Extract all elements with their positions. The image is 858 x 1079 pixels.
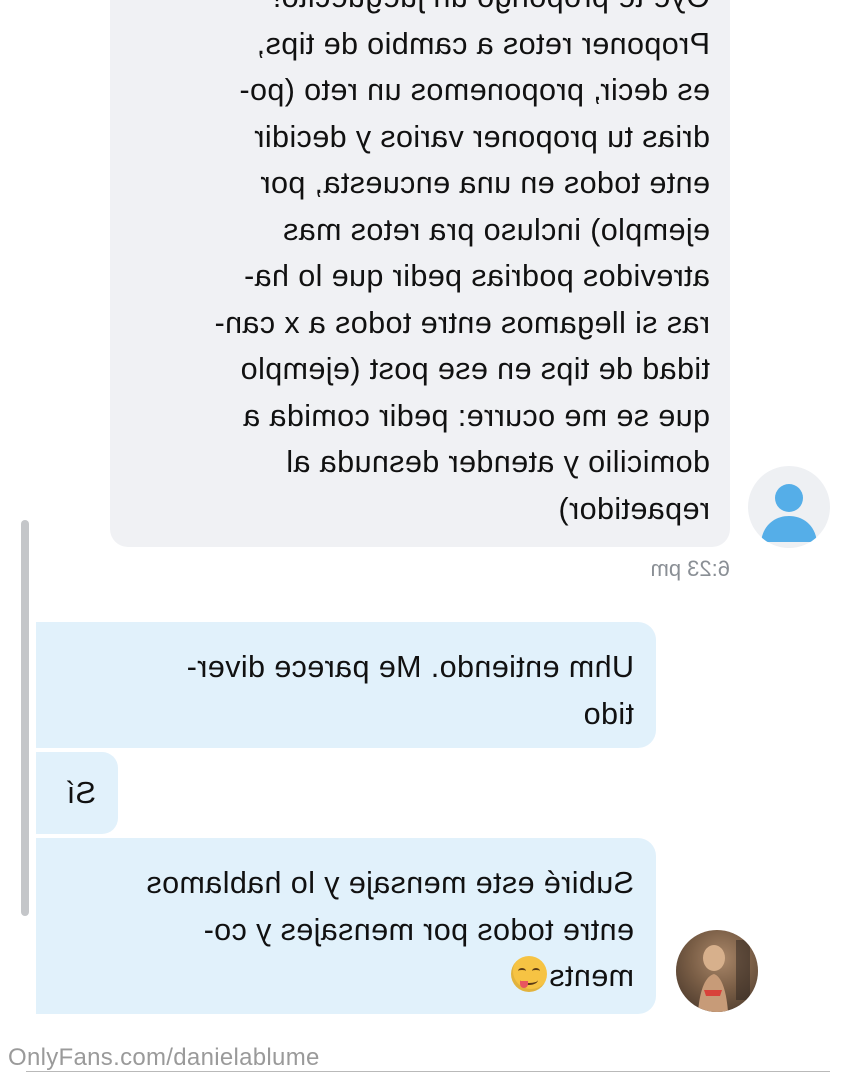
message-line: ente todos en una encuesta, por bbox=[260, 166, 710, 200]
user-icon bbox=[761, 484, 817, 542]
outgoing-message-bubble[interactable]: Sí bbox=[36, 752, 118, 834]
divider bbox=[26, 1071, 830, 1072]
message-line: es decir, proponemos un reto (po- bbox=[239, 73, 710, 107]
message-line: entre todos por mensajes y co- bbox=[203, 912, 634, 947]
message-line: Sí bbox=[66, 776, 96, 810]
chat-view-mirrored: Oye te propongo un jueguecito! Proponer … bbox=[0, 0, 858, 1079]
incoming-message-bubble[interactable]: Oye te propongo un jueguecito! Proponer … bbox=[110, 0, 730, 547]
user-avatar[interactable] bbox=[748, 466, 830, 548]
message-timestamp: 6:23 pm bbox=[650, 556, 731, 581]
message-line: ejemplo) incluso pra retos mas bbox=[282, 212, 710, 247]
message-line: Subiré este mensaje y lo hablamos bbox=[146, 866, 634, 900]
message-line: ments bbox=[36, 953, 634, 1000]
outgoing-message-bubble[interactable]: Subiré este mensaje y lo hablamos entre … bbox=[36, 838, 656, 1014]
message-line: drias tu proponer varios y decidir bbox=[253, 119, 710, 154]
message-line: que se me ocurre: pedir comida a bbox=[242, 398, 710, 433]
message-line: repaetidor) bbox=[558, 491, 710, 526]
message-line: tido bbox=[583, 696, 634, 731]
face-savoring-food-emoji bbox=[510, 956, 547, 992]
message-line: atrevidos podrias pedir que lo ha- bbox=[243, 259, 710, 293]
scrollbar[interactable] bbox=[21, 520, 29, 916]
message-line: domicilio y atender desnuda al bbox=[285, 445, 710, 479]
outgoing-message-bubble[interactable]: Uhm entiendo. Me parece diver- tido bbox=[36, 622, 656, 748]
profile-photo-icon bbox=[676, 930, 758, 1012]
delivery-status bbox=[156, 1018, 182, 1028]
message-line: tidad de tips en ese post (ejemplo bbox=[240, 352, 710, 386]
creator-avatar[interactable] bbox=[676, 930, 758, 1012]
watermark-text: OnlyFans.com/danielablume bbox=[8, 1044, 320, 1071]
message-line: ras si llegamos entre todos a x can- bbox=[214, 305, 710, 340]
message-line: Uhm entiendo. Me parece diver- bbox=[186, 650, 634, 684]
message-text: ments bbox=[548, 959, 634, 993]
message-line: Oye te propongo un jueguecito! bbox=[110, 0, 710, 21]
message-line: Proponer retos a cambio de tips, bbox=[256, 26, 710, 61]
